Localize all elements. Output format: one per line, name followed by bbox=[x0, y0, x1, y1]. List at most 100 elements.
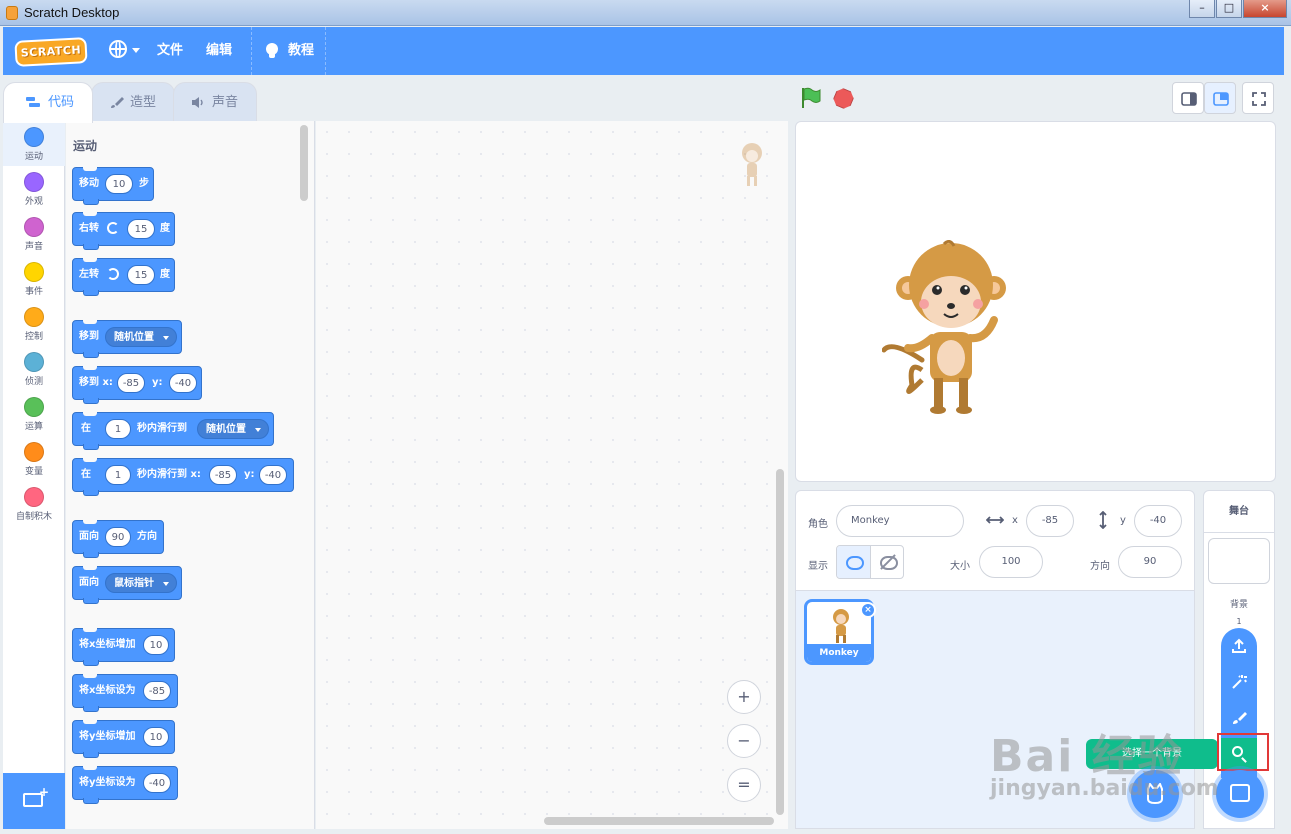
category-label: 自制积木 bbox=[15, 512, 52, 522]
close-button[interactable]: × bbox=[1243, 0, 1287, 18]
rotate-clockwise-icon bbox=[107, 222, 119, 234]
block-input[interactable]: -85 bbox=[209, 465, 237, 485]
block-text: 秒内滑行到 bbox=[137, 423, 187, 434]
category-label: 声音 bbox=[24, 242, 43, 252]
stop-icon[interactable] bbox=[831, 86, 856, 111]
scratch-logo[interactable]: SCRATCH bbox=[14, 37, 88, 67]
language-globe-icon[interactable] bbox=[109, 40, 127, 58]
block-dropdown[interactable]: 随机位置 bbox=[197, 419, 269, 439]
block-input[interactable]: 15 bbox=[127, 265, 155, 285]
minimize-button[interactable]: – bbox=[1189, 0, 1215, 18]
block-change-x[interactable]: 将x坐标增加 10 bbox=[72, 628, 175, 666]
menu-file[interactable]: 文件 bbox=[157, 41, 183, 61]
surprise-icon[interactable] bbox=[1231, 674, 1247, 690]
tab-costumes[interactable]: 造型 bbox=[91, 82, 175, 122]
category-sensing[interactable]: 侦测 bbox=[3, 346, 65, 391]
monkey-sprite[interactable] bbox=[882, 240, 1012, 420]
x-position-input[interactable]: -85 bbox=[1026, 505, 1074, 537]
hide-eye-icon[interactable] bbox=[871, 546, 903, 578]
category-motion[interactable]: 运动 bbox=[3, 121, 65, 166]
block-dropdown[interactable]: 随机位置 bbox=[105, 327, 177, 347]
category-sound[interactable]: 声音 bbox=[3, 211, 65, 256]
small-stage-button[interactable] bbox=[1172, 82, 1204, 114]
block-dropdown[interactable]: 鼠标指针 bbox=[105, 573, 177, 593]
paint-icon[interactable] bbox=[1231, 710, 1247, 726]
category-label: 变量 bbox=[24, 467, 43, 477]
block-text: 左转 bbox=[79, 269, 99, 280]
category-looks[interactable]: 外观 bbox=[3, 166, 65, 211]
fullscreen-button[interactable] bbox=[1242, 82, 1274, 114]
menu-divider bbox=[325, 27, 326, 75]
block-text: 移到 bbox=[79, 331, 99, 342]
menu-edit[interactable]: 编辑 bbox=[206, 41, 232, 61]
script-workspace[interactable]: + − = bbox=[316, 121, 788, 829]
tab-sounds[interactable]: 声音 bbox=[173, 82, 257, 122]
block-text: 秒内滑行到 x: bbox=[137, 469, 201, 480]
block-input[interactable]: -85 bbox=[117, 373, 145, 393]
size-input[interactable]: 100 bbox=[979, 546, 1043, 578]
dropdown-caret-icon bbox=[255, 428, 261, 432]
category-dot bbox=[24, 397, 44, 417]
upload-icon[interactable] bbox=[1231, 638, 1247, 654]
zoom-in-button[interactable]: + bbox=[727, 680, 761, 714]
tab-code-label: 代码 bbox=[48, 95, 75, 110]
sprite-name-label: 角色 bbox=[808, 519, 828, 530]
green-flag-icon[interactable] bbox=[800, 87, 822, 109]
block-set-x[interactable]: 将x坐标设为 -85 bbox=[72, 674, 178, 712]
menu-tutorials[interactable]: 教程 bbox=[288, 41, 314, 61]
block-goto-xy[interactable]: 移到 x: -85 y: -40 bbox=[72, 366, 202, 404]
block-text: 方向 bbox=[137, 531, 157, 542]
delete-sprite-icon[interactable]: × bbox=[860, 602, 876, 618]
block-input[interactable]: -40 bbox=[259, 465, 287, 485]
tab-code[interactable]: 代码 bbox=[3, 82, 93, 123]
x-arrows-icon bbox=[986, 516, 1004, 524]
block-input[interactable]: 10 bbox=[143, 727, 169, 747]
block-change-y[interactable]: 将y坐标增加 10 bbox=[72, 720, 175, 758]
add-extension-button[interactable]: + bbox=[3, 773, 65, 829]
block-input[interactable]: 90 bbox=[105, 527, 131, 547]
block-turn-left[interactable]: 左转 15 度 bbox=[72, 258, 175, 296]
sprite-name-input[interactable]: Monkey bbox=[836, 505, 964, 537]
palette-scrollbar[interactable] bbox=[300, 125, 308, 201]
maximize-button[interactable]: □ bbox=[1216, 0, 1242, 18]
block-input[interactable]: 10 bbox=[105, 174, 133, 194]
category-my-blocks[interactable]: 自制积木 bbox=[3, 481, 65, 526]
zoom-reset-button[interactable]: = bbox=[727, 768, 761, 802]
category-variables[interactable]: 变量 bbox=[3, 436, 65, 481]
normal-stage-button[interactable] bbox=[1204, 82, 1236, 114]
category-label: 外观 bbox=[24, 197, 43, 207]
category-operators[interactable]: 运算 bbox=[3, 391, 65, 436]
block-glide-xy[interactable]: 在 1 秒内滑行到 x: -85 y: -40 bbox=[72, 458, 294, 496]
y-position-input[interactable]: -40 bbox=[1134, 505, 1182, 537]
category-label: 运算 bbox=[24, 422, 43, 432]
block-turn-right[interactable]: 右转 15 度 bbox=[72, 212, 175, 250]
y-label: y bbox=[1120, 515, 1126, 526]
code-blocks-icon bbox=[26, 97, 40, 107]
choose-backdrop-button[interactable] bbox=[1216, 770, 1264, 818]
block-input[interactable]: -40 bbox=[143, 773, 171, 793]
stage-canvas[interactable] bbox=[795, 121, 1276, 482]
block-text: 右转 bbox=[79, 223, 99, 234]
block-input[interactable]: -40 bbox=[169, 373, 197, 393]
block-point-direction[interactable]: 面向 90 方向 bbox=[72, 520, 164, 558]
category-control[interactable]: 控制 bbox=[3, 301, 65, 346]
category-events[interactable]: 事件 bbox=[3, 256, 65, 301]
zoom-out-button[interactable]: − bbox=[727, 724, 761, 758]
workspace-horizontal-scrollbar[interactable] bbox=[544, 817, 774, 825]
block-input[interactable]: 1 bbox=[105, 419, 131, 439]
tutorials-bulb-icon[interactable] bbox=[266, 43, 278, 58]
block-set-y[interactable]: 将y坐标设为 -40 bbox=[72, 766, 178, 804]
block-input[interactable]: -85 bbox=[143, 681, 171, 701]
show-eye-icon[interactable] bbox=[837, 546, 871, 578]
block-glide-to[interactable]: 在 1 秒内滑行到 随机位置 bbox=[72, 412, 274, 450]
block-input[interactable]: 1 bbox=[105, 465, 131, 485]
block-text: y: bbox=[244, 469, 255, 480]
block-move-steps[interactable]: 移动 10 步 bbox=[72, 167, 154, 205]
block-input[interactable]: 15 bbox=[127, 219, 155, 239]
block-input[interactable]: 10 bbox=[143, 635, 169, 655]
block-goto[interactable]: 移到 随机位置 bbox=[72, 320, 182, 358]
block-point-towards[interactable]: 面向 鼠标指针 bbox=[72, 566, 182, 604]
direction-input[interactable]: 90 bbox=[1118, 546, 1182, 578]
block-text: y: bbox=[152, 377, 163, 388]
workspace-vertical-scrollbar[interactable] bbox=[776, 469, 784, 815]
